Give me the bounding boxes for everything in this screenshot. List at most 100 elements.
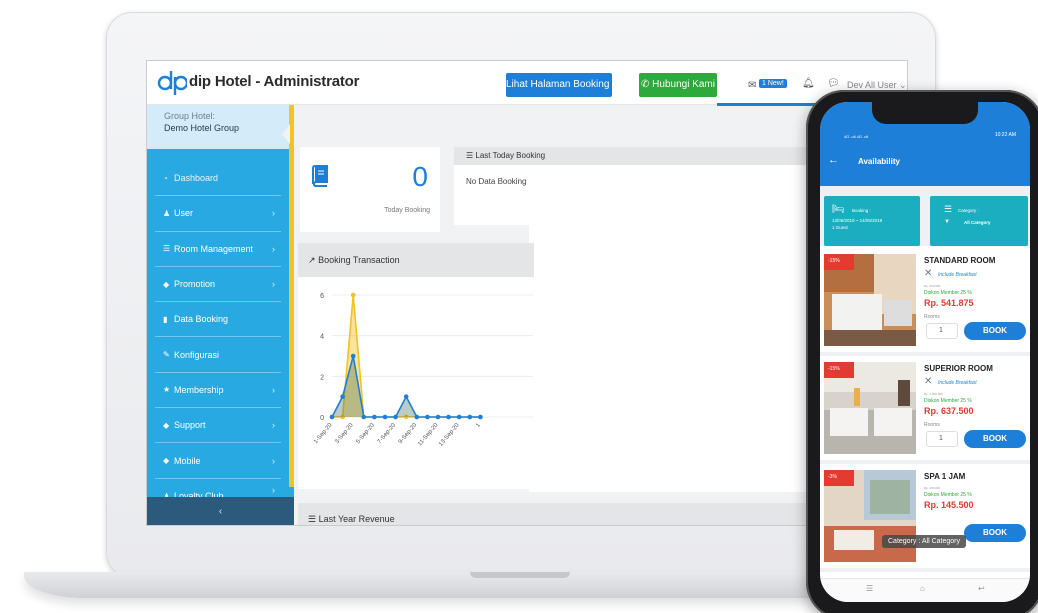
menu-icon[interactable]: ☰ bbox=[866, 584, 873, 593]
book-icon: ▮ bbox=[163, 314, 168, 324]
data-point bbox=[456, 414, 462, 420]
group-name: Demo Hotel Group bbox=[164, 123, 240, 133]
x-tick-label: 5-Sep-20 bbox=[355, 422, 376, 445]
app-title: dip Hotel - Administrator bbox=[189, 73, 360, 90]
active-item-pointer bbox=[282, 124, 290, 144]
book-button[interactable]: BOOK bbox=[964, 524, 1026, 542]
bell-icon[interactable]: 🔔︎ bbox=[802, 78, 815, 89]
x-tick-label: 1 bbox=[475, 422, 482, 429]
sidebar-item-konfigurasi[interactable]: ✎ Konfigurasi bbox=[155, 337, 281, 373]
original-price: Rp. 650.000 bbox=[924, 284, 941, 288]
chevron-right-icon: › bbox=[272, 420, 275, 431]
booking-transaction-title: Booking Transaction bbox=[318, 255, 400, 265]
rooms-quantity-select[interactable]: 1 bbox=[926, 431, 958, 447]
data-point bbox=[372, 414, 377, 420]
booking-guests: 1 Guest bbox=[832, 225, 848, 230]
original-price: Rp. 200.000 bbox=[924, 486, 941, 490]
sidebar-item-dashboard[interactable]: ◔ Dashboard bbox=[155, 161, 281, 197]
data-point bbox=[329, 414, 335, 420]
last-year-revenue-header: ☰ Last Year Revenue bbox=[298, 503, 838, 525]
laptop-notch bbox=[470, 572, 570, 578]
sidebar-item-label: User bbox=[174, 208, 194, 219]
chevron-right-icon: › bbox=[272, 243, 275, 254]
utensils-icon: ✕ bbox=[924, 376, 933, 387]
tag-icon: ◆ bbox=[163, 420, 170, 430]
last-today-booking-body: No Data Booking T bbox=[466, 177, 528, 186]
chevron-left-icon: ‹ bbox=[218, 506, 223, 517]
x-tick-label: 9-Sep-20 bbox=[398, 422, 419, 445]
phone-icon: ✆ bbox=[641, 79, 650, 90]
sidebar-item-label: Mobile bbox=[174, 455, 201, 466]
sidebar-item-mobile[interactable]: ◆ Mobile › bbox=[155, 443, 281, 479]
rooms-quantity-select[interactable]: 1 bbox=[926, 323, 958, 339]
x-tick-label: 13-Sep-20 bbox=[438, 422, 461, 448]
sidebar-item-user[interactable]: ♟ User › bbox=[155, 196, 281, 232]
y-tick-label: 2 bbox=[320, 374, 324, 381]
rooms-quantity: 1 bbox=[939, 435, 943, 442]
data-point bbox=[340, 394, 345, 399]
group-label: Group Hotel: bbox=[164, 111, 216, 121]
data-point bbox=[350, 353, 356, 359]
back-icon[interactable]: ↩ bbox=[978, 584, 985, 593]
x-tick-label: 1-Sep-20 bbox=[313, 422, 334, 445]
admin-topbar: dip Hotel - Administrator Lihat Halaman … bbox=[147, 61, 907, 106]
booking-dates: 13/05/2019 ~ 14/05/2019 bbox=[832, 218, 883, 223]
booking-filter-label: Booking : bbox=[852, 208, 871, 213]
sidebar-item-support[interactable]: ◆ Support › bbox=[155, 408, 281, 444]
phone-frame: 4G .ull 4G .ull 10:22 AM ← Availability … bbox=[806, 90, 1038, 613]
sidebar-item-label: Konfigurasi bbox=[174, 349, 220, 360]
booking-filter[interactable]: 🛏︎ Booking : 13/05/2019 ~ 14/05/2019 1 G… bbox=[824, 196, 920, 246]
room-name: SPA 1 JAM bbox=[924, 472, 966, 481]
sidebar-item-data-booking[interactable]: ▮ Data Booking bbox=[155, 302, 281, 338]
dip-logo[interactable] bbox=[157, 69, 187, 95]
list-icon: ☰ bbox=[308, 514, 317, 524]
original-price: Rp. 1.000.000 bbox=[924, 392, 943, 396]
rooms-label: Rooms bbox=[924, 422, 940, 428]
data-point bbox=[425, 414, 430, 420]
book-button[interactable]: BOOK bbox=[964, 322, 1026, 340]
booking-transaction-chart: 0 2 4 6 1-Sep-20 3-Sep-20 5-Sep-20 7-Sep-20 9-Se… bbox=[313, 292, 533, 448]
member-discount: Diskon Member 25 % bbox=[924, 290, 972, 296]
sidebar-collapse-button[interactable]: ‹ bbox=[147, 497, 294, 525]
room-name: STANDARD ROOM bbox=[924, 256, 996, 265]
data-point bbox=[478, 414, 483, 420]
chevron-down-icon: ⌄ bbox=[899, 80, 907, 90]
data-point bbox=[414, 414, 420, 420]
book-button[interactable]: BOOK bbox=[964, 430, 1026, 448]
y-tick-label: 0 bbox=[320, 415, 324, 422]
last-year-revenue-title: Last Year Revenue bbox=[318, 514, 395, 524]
list-icon: ☰ bbox=[163, 244, 171, 254]
book-icon bbox=[312, 165, 328, 187]
rooms-quantity: 1 bbox=[939, 327, 943, 334]
category-tooltip: Category : All Category bbox=[882, 535, 966, 548]
view-booking-page-button[interactable]: Lihat Halaman Booking ➔ bbox=[506, 73, 621, 97]
sidebar-item-membership[interactable]: ★ Membership › bbox=[155, 373, 281, 409]
y-tick-label: 6 bbox=[320, 293, 324, 300]
back-arrow-icon[interactable]: ← bbox=[828, 154, 839, 166]
sidebar-item-room-management[interactable]: ☰ Room Management › bbox=[155, 232, 281, 267]
user-name: Dev All User bbox=[847, 80, 897, 90]
sidebar-item-promotion[interactable]: ◆ Promotion › bbox=[155, 267, 281, 303]
wrench-icon: ✎ bbox=[163, 350, 170, 360]
x-tick-label: 7-Sep-20 bbox=[377, 422, 398, 445]
chat-icon[interactable]: 💬︎ bbox=[827, 78, 840, 89]
contact-us-button[interactable]: ✆ Hubungi Kami bbox=[639, 73, 717, 97]
android-nav-bar: ☰ ⌂ ↩ bbox=[820, 578, 1030, 602]
star-icon: ★ bbox=[163, 385, 171, 395]
mail-icon[interactable]: ✉ bbox=[748, 80, 756, 91]
x-tick-label: 11-Sep-20 bbox=[417, 422, 440, 447]
data-point bbox=[361, 414, 367, 420]
phone-screen: 4G .ull 4G .ull 10:22 AM ← Availability … bbox=[820, 102, 1030, 602]
sidebar-item-label: Dashboard bbox=[174, 173, 219, 184]
new-messages-badge[interactable]: 1 New! bbox=[759, 79, 787, 88]
home-icon[interactable]: ⌂ bbox=[920, 584, 925, 593]
dashboard-icon: ◔ bbox=[163, 173, 168, 183]
data-point bbox=[446, 414, 451, 420]
category-filter[interactable]: ☰ Category : ▼ All Category bbox=[930, 196, 1028, 246]
room-name: SUPERIOR ROOM bbox=[924, 364, 993, 373]
member-discount: Diskon Member 25 % bbox=[924, 398, 972, 404]
chevron-right-icon: › bbox=[272, 208, 275, 219]
x-tick-label: 3-Sep-20 bbox=[334, 422, 355, 445]
chevron-right-icon: › bbox=[272, 484, 275, 495]
breakfast-note: Include Breakfast bbox=[938, 380, 977, 386]
